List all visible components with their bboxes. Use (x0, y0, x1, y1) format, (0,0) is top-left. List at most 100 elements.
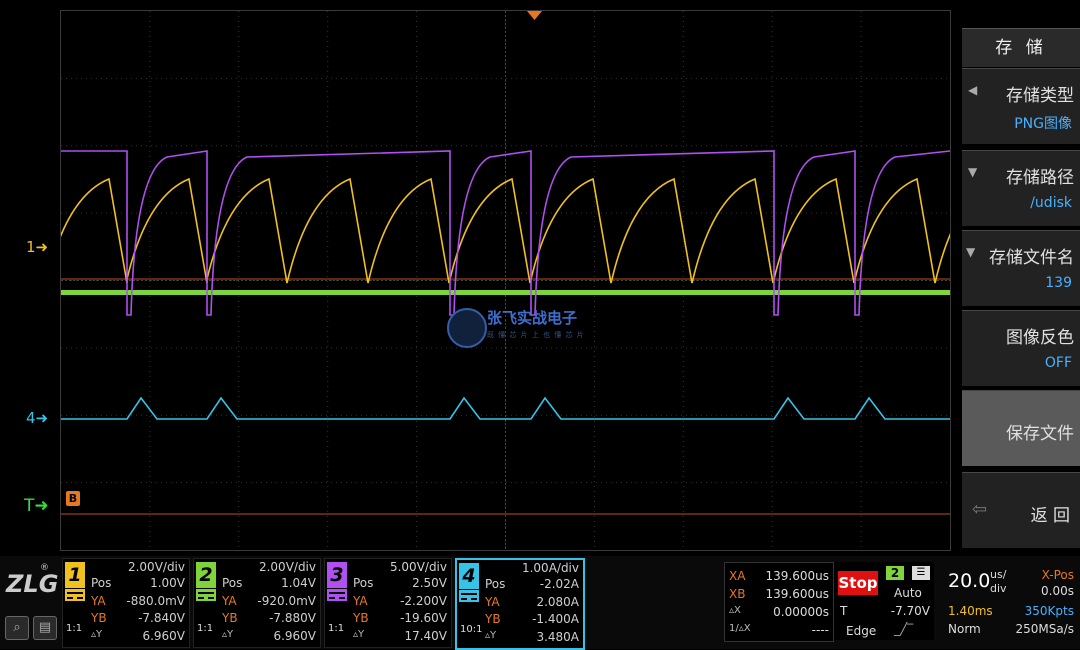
timebase-panel[interactable]: 20.0 us/ div X-Pos 0.00s 1.40ms 350Kpts … (944, 562, 1080, 640)
ch1-level-marker[interactable]: 1➜ (26, 239, 48, 255)
channel-number-badge: 1 (65, 562, 85, 588)
pos-value: 2.50V (412, 576, 447, 590)
pos-label: Pos (353, 576, 374, 590)
channel-number-badge: 3 (327, 562, 347, 588)
pos-value: 1.04V (281, 576, 316, 590)
yb-value: -19.60V (400, 611, 447, 625)
channel-3-info[interactable]: 3 1:1 5.00V/div Pos 2.50V YA -2.200V YB -19.60V ▵… (324, 558, 452, 648)
ya-label: YA (222, 594, 237, 608)
menu-item-label: 图像反色 (1006, 328, 1074, 348)
yb-label: YB (222, 611, 238, 625)
waveform-canvas (61, 11, 950, 550)
vertical-scale: 2.00V/div (127, 560, 185, 574)
ya-label: YA (91, 594, 106, 608)
trigger-marker-label: T (24, 496, 35, 516)
channel-number-badge: 2 (196, 562, 216, 588)
xpos-label: X-Pos (1041, 568, 1074, 582)
inv-dx-value: ---- (811, 623, 829, 637)
trigger-level-label: T (840, 604, 848, 618)
cursor-readout[interactable]: XA 139.600us XB 139.600us ▵X 0.00000s 1/… (724, 562, 834, 642)
vertical-scale: 5.00V/div (389, 560, 447, 574)
pos-label: Pos (222, 576, 243, 590)
ya-value: 2.080A (536, 595, 579, 609)
trigger-level-marker[interactable]: T➜ (24, 496, 49, 516)
probe-ratio: 1:1 (66, 623, 83, 634)
menu-item-back[interactable]: ⇦ 返 回 (962, 472, 1080, 548)
pos-label: Pos (485, 577, 506, 591)
waveform-display[interactable] (60, 10, 951, 551)
menu-item-value: /udisk (1030, 195, 1072, 211)
yb-label: YB (91, 611, 107, 625)
chevron-down-icon: ▼ (968, 165, 978, 179)
ya-value: -880.0mV (126, 594, 185, 608)
registered-mark: ® (40, 563, 49, 573)
trigger-level-value: -7.70V (890, 604, 930, 618)
menu-title: 存 储 (962, 28, 1080, 67)
menu-item-label: 存储类型 (1006, 86, 1074, 106)
xa-label: XA (729, 569, 746, 583)
yb-label: YB (353, 611, 369, 625)
ya-value: -2.200V (400, 594, 447, 608)
ch1-marker-label: 1 (26, 238, 36, 256)
channel-4-info[interactable]: 4 10:1 1.00A/div Pos -2.02A YA 2.080A YB -1.400A… (455, 558, 585, 650)
timebase-unit-bottom: div (990, 582, 1007, 595)
ya-value: -920.0mV (257, 594, 316, 608)
delta-y-value: 17.40V (404, 629, 447, 643)
back-icon: ⇦ (972, 499, 988, 520)
watermark: 张飞实战电子 既 懂 芯 片 上 也 懂 芯 片 (487, 307, 585, 340)
search-icon[interactable]: ⌕ (5, 616, 29, 640)
menu-item-label: 存储文件名 (989, 248, 1074, 268)
channel-2-info[interactable]: 2 1:1 2.00V/div Pos 1.04V YA -920.0mV YB -7.880V… (193, 558, 321, 648)
ya-label: YA (353, 594, 368, 608)
dc-coupling-icon (196, 589, 216, 601)
chevron-left-icon: ◀ (968, 83, 978, 97)
probe-ratio: 1:1 (197, 623, 214, 634)
timebase-unit-top: us/ (990, 568, 1007, 581)
delta-y-label: ▵Y (485, 630, 497, 641)
menu-item-storage-type[interactable]: ◀ 存储类型 PNG图像 (962, 68, 1080, 144)
xb-label: XB (729, 587, 746, 601)
watermark-logo-icon (447, 308, 487, 348)
rising-edge-icon: _╱‾ (894, 622, 914, 636)
vertical-scale: 2.00V/div (258, 560, 316, 574)
yb-value: -7.840V (138, 611, 185, 625)
ch4-marker-label: 4 (26, 409, 36, 427)
brand-logo: ZLG (6, 570, 59, 598)
ch4-level-marker[interactable]: 4➜ (26, 410, 48, 426)
xb-value: 139.600us (765, 587, 829, 601)
menu-item-invert-image[interactable]: 图像反色 OFF (962, 310, 1080, 386)
trigger-mode: Auto (894, 586, 922, 600)
pos-value: -2.02A (539, 577, 579, 591)
delta-y-value: 6.960V (142, 629, 185, 643)
menu-item-label: 返 回 (1030, 506, 1070, 526)
menu-item-value: OFF (1044, 355, 1072, 371)
dc-coupling-icon (65, 589, 85, 601)
display-icon[interactable]: ▤ (33, 616, 57, 640)
trigger-type: Edge (846, 624, 877, 638)
probe-ratio: 10:1 (460, 624, 483, 635)
menu-item-save-file[interactable]: 保存文件 (962, 390, 1080, 466)
menu-item-storage-path[interactable]: ▼ 存储路径 /udisk (962, 150, 1080, 226)
trigger-position-marker (527, 11, 542, 20)
channel-1-info[interactable]: 1 1:1 2.00V/div Pos 1.00V YA -880.0mV YB -7.840V… (62, 558, 190, 648)
sample-rate: 250MSa/s (1015, 622, 1074, 636)
delta-y-value: 6.960V (273, 629, 316, 643)
acquisition-mode: Norm (948, 622, 981, 636)
menu-item-value: PNG图像 (1014, 116, 1072, 132)
memory-depth: 350Kpts (1024, 604, 1074, 618)
delta-y-value: 3.480A (536, 630, 579, 644)
menu-item-value: 139 (1045, 275, 1072, 291)
vertical-scale: 1.00A/div (521, 561, 579, 575)
pos-value: 1.00V (150, 576, 185, 590)
dc-coupling-icon (327, 589, 347, 601)
ya-label: YA (485, 595, 500, 609)
run-stop-status[interactable]: Stop (838, 571, 878, 595)
inv-dx-label: 1/▵X (729, 623, 751, 634)
xa-value: 139.600us (765, 569, 829, 583)
watermark-text: 张飞实战电子 (487, 309, 578, 327)
pos-label: Pos (91, 576, 112, 590)
delta-y-label: ▵Y (222, 629, 234, 640)
trigger-flag-badge: B (66, 491, 80, 506)
menu-item-file-name[interactable]: ▼ 存储文件名 139 (962, 230, 1080, 306)
delta-y-label: ▵Y (353, 629, 365, 640)
